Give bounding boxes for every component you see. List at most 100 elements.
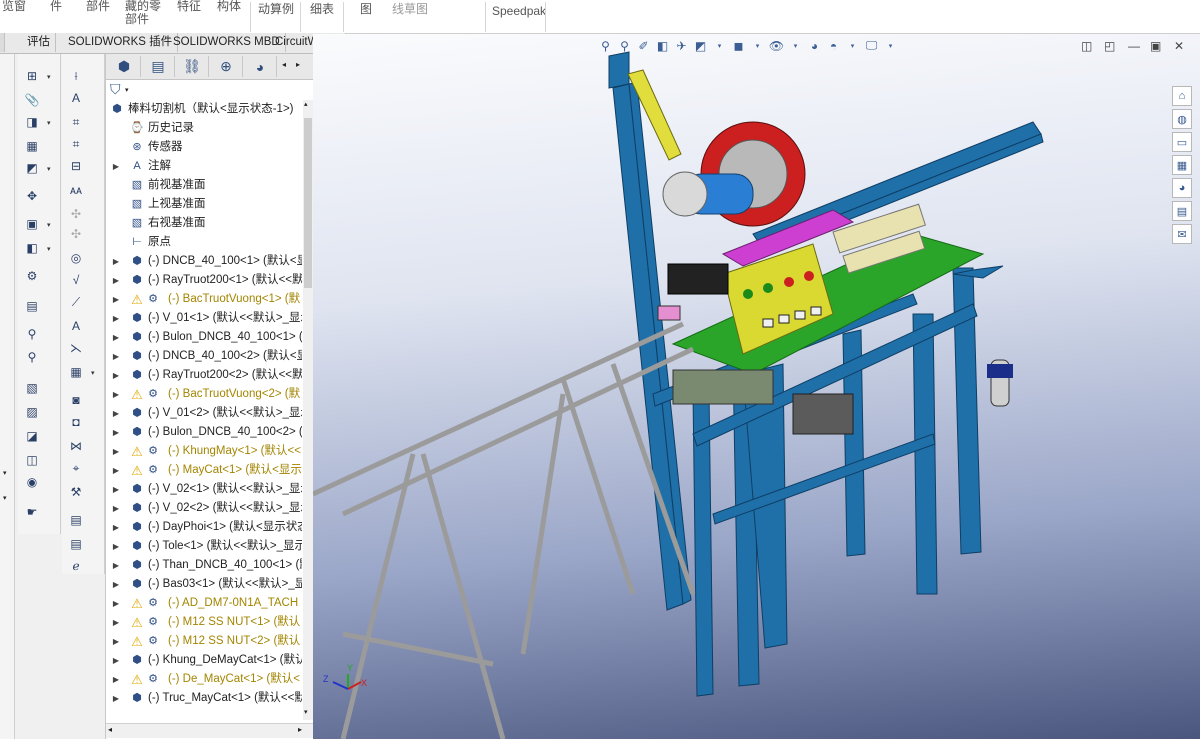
chevron-up-icon[interactable]: ▴ (304, 100, 308, 108)
dimxpert-icon[interactable]: ⌗ (67, 114, 85, 130)
expand-arrow-icon[interactable]: ▶ (112, 575, 120, 594)
previous-view-icon[interactable]: ✐ (636, 38, 651, 53)
3d-view-icon[interactable]: ◙ (67, 392, 85, 408)
expand-arrow-icon[interactable]: ▶ (112, 480, 120, 499)
appearances-icon[interactable]: ◕ (1172, 178, 1192, 198)
tree-item[interactable]: ▶ ⬢ (-) V_02<1> (默认<<默认>_显示 (106, 480, 302, 499)
expand-arrow-icon[interactable]: ▶ (112, 632, 120, 651)
expand-arrow-icon[interactable]: ▶ (112, 537, 120, 556)
tree-item[interactable]: ▶ ⚠ ⚙ (-) BacTruotVuong<2> (默 (106, 385, 302, 404)
publish-3d-pdf-icon[interactable]: ▤ (67, 536, 85, 552)
datum-feature-icon[interactable]: ⋋ (67, 340, 85, 356)
expand-arrow-icon[interactable]: ▶ (112, 518, 120, 537)
chevron-down-icon[interactable]: ▾ (3, 494, 7, 502)
ribbon-label-structure[interactable]: 构体 (217, 0, 241, 13)
tree-item[interactable]: ▶ ⬢ (-) Bulon_DNCB_40_100<2> (默 (106, 423, 302, 442)
surface-finish-icon[interactable]: ◎ (67, 250, 85, 266)
tree-item[interactable]: ⊛ 传感器 (106, 138, 302, 157)
edrawings-icon[interactable]: ℯ (67, 558, 85, 574)
tree-item[interactable]: ▶ ⚠ ⚙ (-) AD_DM7-0N1A_TACH S (106, 594, 302, 613)
clearance-verification-icon[interactable]: ▨ (23, 404, 41, 420)
tree-item[interactable]: ▶ ⬢ (-) Tole<1> (默认<<默认>_显示 (106, 537, 302, 556)
tree-item[interactable]: ▶ ⬢ (-) DNCB_40_100<1> (默认<显 (106, 252, 302, 271)
tree-item[interactable]: ▶ ⬢ (-) Bulon_DNCB_40_100<1> (默 (106, 328, 302, 347)
tree-item[interactable]: ▶ ⚠ ⚙ (-) KhungMay<1> (默认<< (106, 442, 302, 461)
hide-show-items-icon[interactable]: 👁 (769, 38, 784, 53)
expand-arrow-icon[interactable]: ▶ (112, 670, 120, 689)
expand-arrow-icon[interactable]: ▶ (112, 252, 120, 271)
tree-item[interactable]: ▧ 上视基准面 (106, 195, 302, 214)
split-view-icon[interactable]: ◰ (1104, 39, 1115, 53)
tree-item[interactable]: ▶ ⬢ (-) V_02<2> (默认<<默认>_显示 (106, 499, 302, 518)
view-settings-icon[interactable]: 🖵 (864, 38, 879, 53)
expand-arrow-icon[interactable]: ▶ (112, 328, 120, 347)
chevron-down-icon[interactable]: ▾ (750, 38, 765, 53)
dimension-scheme-icon[interactable]: ⌖ (67, 460, 85, 476)
move-component-icon[interactable]: ✥ (23, 188, 41, 204)
expand-arrow-icon[interactable]: ▶ (112, 157, 120, 176)
close-icon[interactable]: ✕ (1174, 39, 1184, 53)
auto-dimension-icon[interactable]: ⌗ (67, 136, 85, 152)
tree-item[interactable]: ▶ ⬢ (-) DayPhoi<1> (默认<显示状态 (106, 518, 302, 537)
section-view-icon[interactable]: ◧ (655, 38, 670, 53)
expand-arrow-icon[interactable]: ▶ (112, 347, 120, 366)
note-icon[interactable]: A (67, 90, 85, 106)
display-style-icon[interactable]: ◼ (731, 38, 746, 53)
chevron-down-icon[interactable]: ▾ (712, 38, 727, 53)
file-explorer-icon[interactable]: ▭ (1172, 132, 1192, 152)
show-tolerance-icon[interactable]: ✣ (67, 206, 85, 222)
smart-dimension-icon[interactable]: ⟊ (67, 68, 85, 84)
ribbon-label-speedpak[interactable]: Speedpak (492, 5, 546, 18)
custom-properties-icon[interactable]: ▤ (1172, 201, 1192, 221)
tree-item[interactable]: ▶ ⬢ (-) RayTruot200<1> (默认<<默 (106, 271, 302, 290)
feature-manager-tab[interactable]: ⬢ (108, 56, 141, 77)
expand-arrow-icon[interactable]: ▶ (112, 442, 120, 461)
chevron-down-icon[interactable]: ▾ (883, 38, 898, 53)
expand-arrow-icon[interactable]: ▶ (112, 499, 120, 518)
apply-scene-icon[interactable]: ◓ (826, 38, 841, 53)
expand-arrow-icon[interactable]: ▶ (112, 385, 120, 404)
ribbon-label-feature[interactable]: 特征 (177, 0, 201, 13)
copy-scheme-icon[interactable]: ✣ (67, 226, 85, 242)
bill-of-materials-icon[interactable]: ⚲ (23, 326, 41, 342)
zoom-to-fit-icon[interactable]: ⚲ (598, 38, 613, 53)
tab-solidworks-mbd[interactable]: SOLIDWORKS MBD (168, 33, 286, 52)
assembly-features-icon[interactable]: ◧ ▾ (23, 240, 50, 256)
tree-item[interactable]: ▶ A 注解 (106, 157, 302, 176)
ribbon-label-motion-study[interactable]: 动算例 (258, 3, 294, 16)
expand-arrow-icon[interactable]: ▶ (112, 423, 120, 442)
tree-vertical-scrollbar[interactable]: ▴ ▾ (303, 100, 313, 720)
expand-arrow-icon[interactable]: ▶ (112, 556, 120, 575)
publish-pdf-icon[interactable]: ▤ (67, 512, 85, 528)
hole-alignment-icon[interactable]: ◪ (23, 428, 41, 444)
datum-target-icon[interactable]: ⊟ (67, 158, 85, 174)
ribbon-label-component[interactable]: 部件 (86, 0, 110, 13)
tree-item[interactable]: ▶ ⚠ ⚙ (-) MayCat<1> (默认<显示 (106, 461, 302, 480)
chevron-down-icon[interactable]: ▾ (304, 708, 308, 716)
expand-arrow-icon[interactable]: ▶ (112, 271, 120, 290)
scroll-thumb[interactable] (304, 118, 312, 288)
chevron-down-icon[interactable]: ▾ (788, 38, 803, 53)
dimxpert-manager-tab[interactable]: ⊕ (210, 56, 243, 77)
compare-icon[interactable]: ⚒ (67, 484, 85, 500)
tree-item[interactable]: ▶ ⚠ ⚙ (-) M12 SS NUT<1> (默认 (106, 613, 302, 632)
tab-evaluate[interactable]: 评估 (22, 33, 56, 52)
tree-item[interactable]: ⌚ 历史记录 (106, 119, 302, 138)
weld-symbol-icon[interactable]: √ (67, 272, 85, 288)
tab-solidworks-addins[interactable]: SOLIDWORKS 插件 (63, 33, 179, 52)
graphics-area[interactable]: Z Y X (313, 34, 1200, 739)
ribbon-label-3d-sketch[interactable]: 线草图 (392, 3, 428, 16)
tree-item[interactable]: ▶ ⚠ ⚙ (-) M12 SS NUT<2> (默认 (106, 632, 302, 651)
chevron-down-icon[interactable]: ▾ (125, 86, 129, 94)
select-icon[interactable]: ☛ (23, 504, 41, 520)
ribbon-label-hidden-components[interactable]: 藏的零部件 (125, 0, 161, 26)
expand-arrow-icon[interactable]: ▶ (112, 594, 120, 613)
tree-item[interactable]: ▶ ⬢ (-) Bas03<1> (默认<<默认>_显 (106, 575, 302, 594)
expand-arrow-icon[interactable]: ▶ (112, 404, 120, 423)
tree-item[interactable]: ▶ ⬢ (-) RayTruot200<2> (默认<<默 (106, 366, 302, 385)
tree-item[interactable]: ⊢ 原点 (106, 233, 302, 252)
ribbon-label-part[interactable]: 件 (50, 0, 62, 13)
maximize-icon[interactable]: ▣ (1150, 39, 1161, 53)
tree-item[interactable]: ▶ ⬢ (-) Khung_DeMayCat<1> (默认 (106, 651, 302, 670)
mate-icon[interactable]: 📎 (23, 92, 41, 108)
